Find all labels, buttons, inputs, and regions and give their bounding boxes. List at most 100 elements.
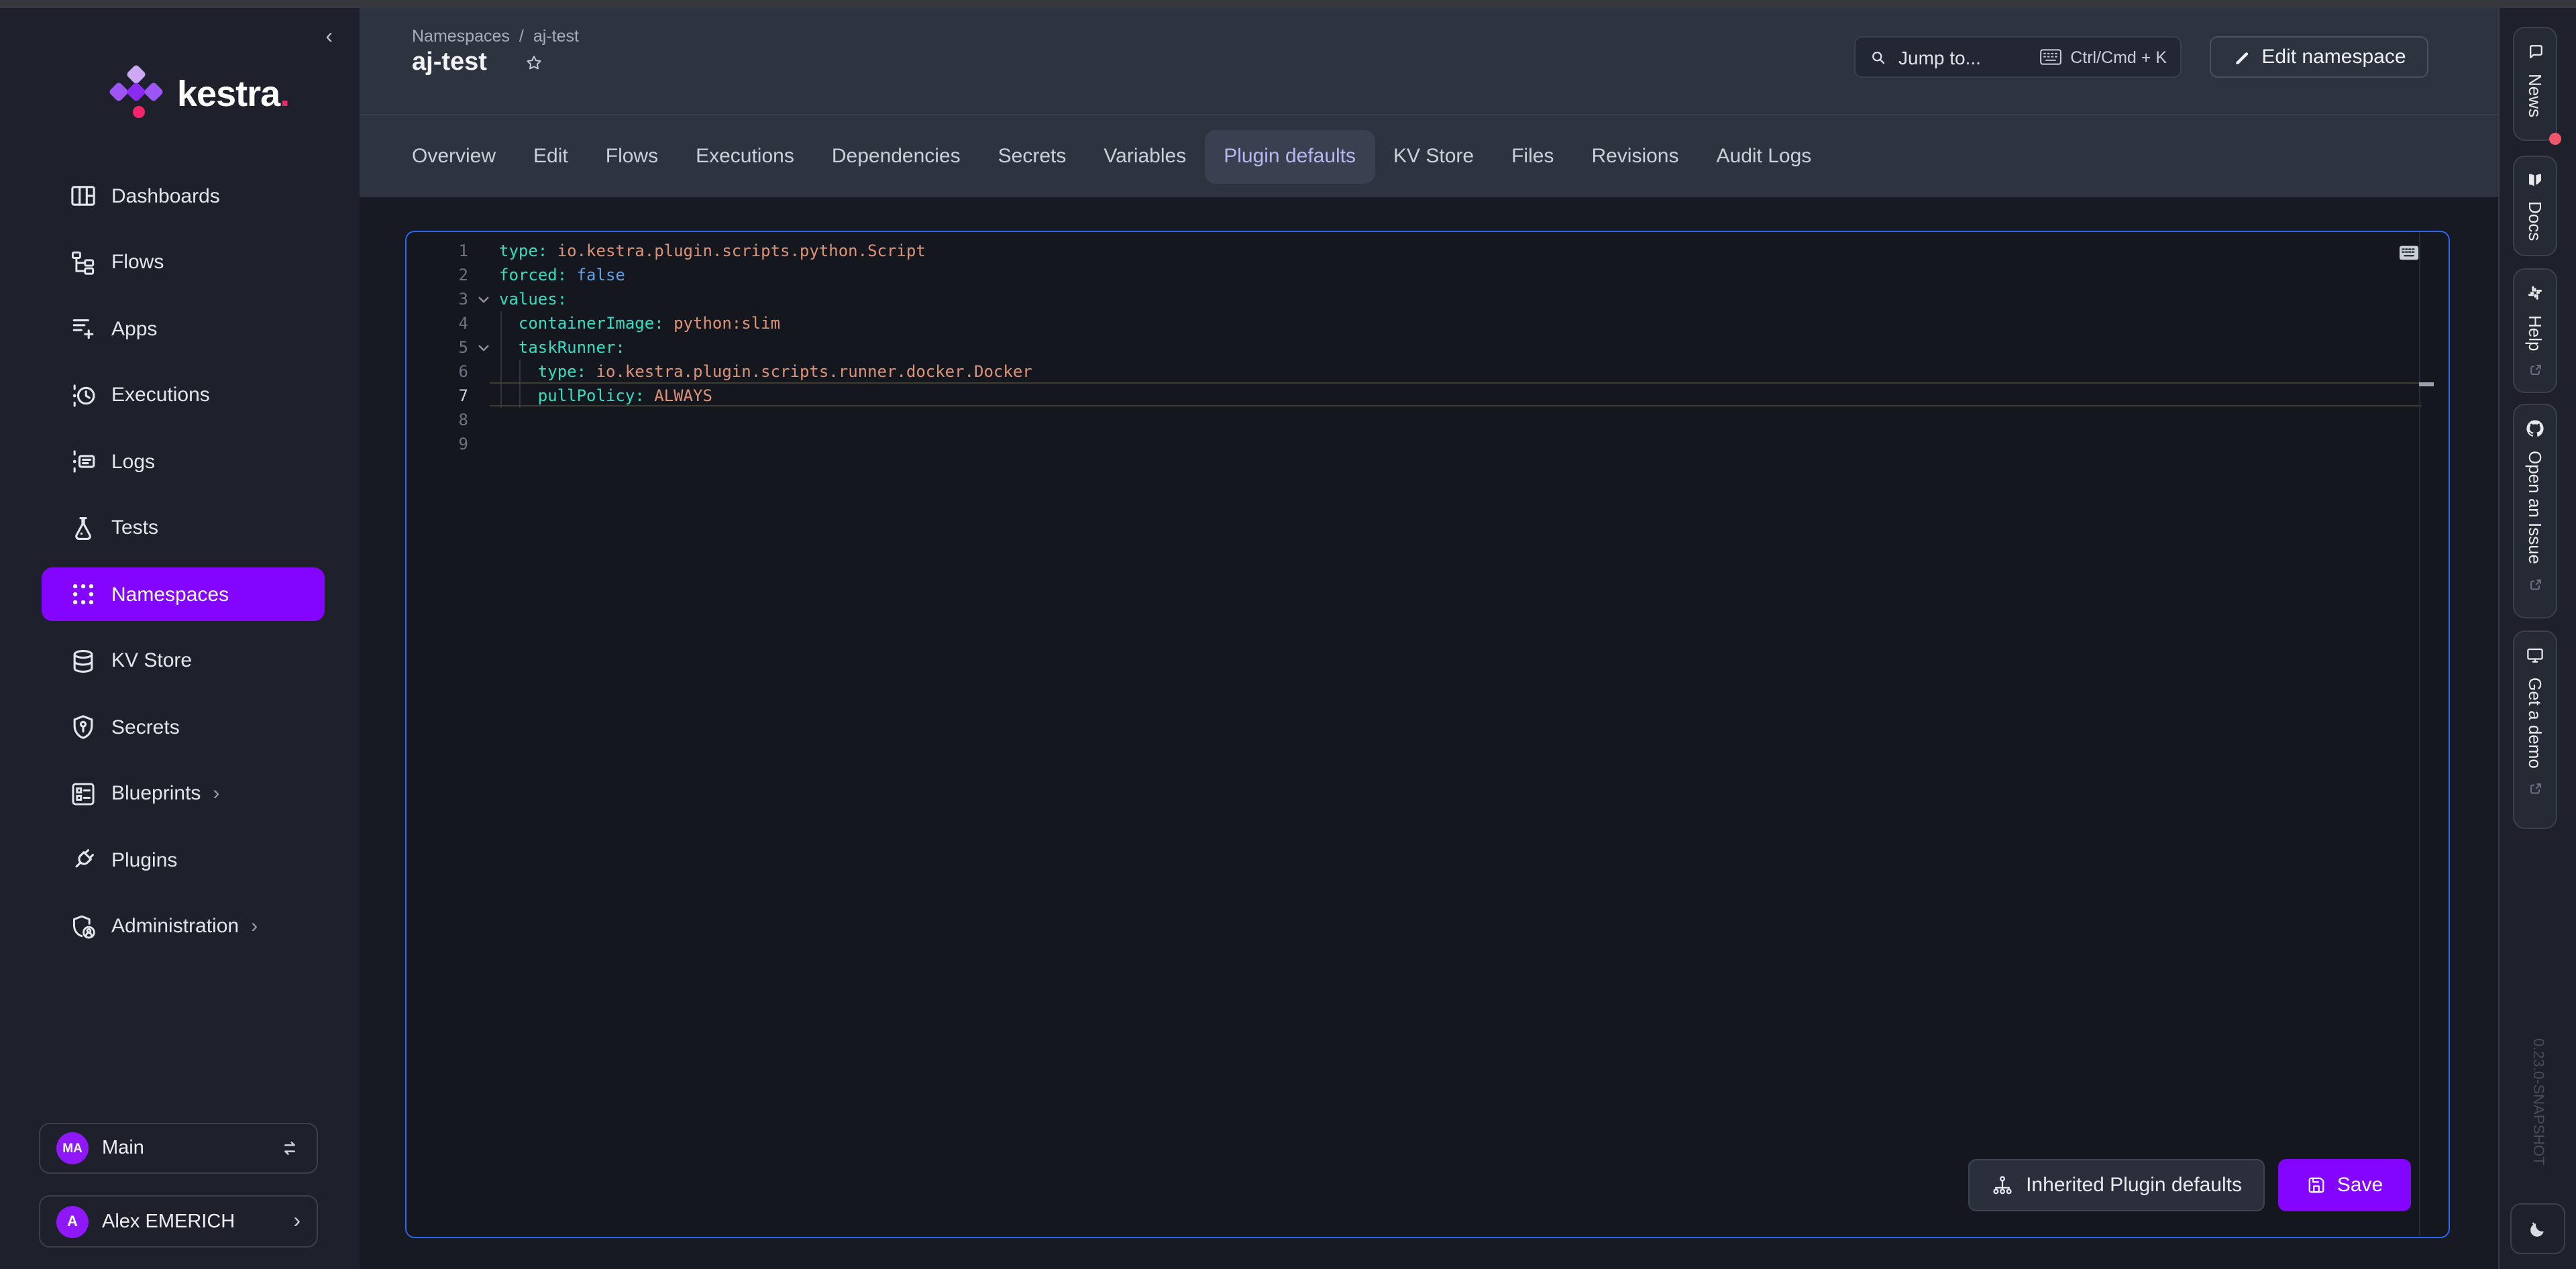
inherited-plugin-defaults-button[interactable]: Inherited Plugin defaults [1968,1159,2265,1211]
tab-variables[interactable]: Variables [1085,129,1205,183]
chevron-right-icon: › [251,915,258,938]
save-button[interactable]: Save [2278,1159,2411,1211]
sidebar-item-logs[interactable]: Logs [42,435,325,488]
chevron-right-icon: › [213,782,219,805]
line-number: 8 [407,408,468,432]
main-area: Namespaces / aj-test aj-test Jump to... … [360,8,2498,1269]
shield-key-icon [68,712,98,742]
fold-chevron-icon[interactable] [468,335,499,360]
logo-text: kestra [177,73,280,115]
tab-dependencies[interactable]: Dependencies [813,129,979,183]
kestra-app: kestra. ‹ Dashboards Flows Apps Executio… [0,0,2576,1269]
sidebar-item-namespaces[interactable]: Namespaces [42,567,325,621]
code-line: 5 taskRunner: [407,335,2449,360]
user-menu[interactable]: A Alex EMERICH › [39,1195,318,1248]
cursor-position-marker [2419,382,2434,386]
sidebar-item-administration[interactable]: Administration › [42,899,325,953]
namespaces-icon [68,580,98,609]
help-button[interactable]: Help [2513,268,2557,393]
sidebar-item-executions[interactable]: Executions [42,368,325,422]
theme-toggle-button[interactable] [2510,1203,2565,1254]
tests-icon [68,513,98,543]
namespace-tabs: Overview Edit Flows Executions Dependenc… [360,114,2498,197]
get-demo-button[interactable]: Get a demo [2513,630,2557,829]
apps-icon [68,314,98,343]
external-link-icon [2527,576,2543,592]
code-line-current: 7 pullPolicy: ALWAYS [407,384,2449,408]
sidebar-item-label: KV Store [111,649,192,672]
sidebar-item-label: Secrets [111,716,180,738]
favorite-star-icon[interactable] [523,52,545,74]
breadcrumb-root[interactable]: Namespaces [412,27,510,46]
sidebar-item-label: Flows [111,251,164,274]
sidebar-item-plugins[interactable]: Plugins [42,833,325,887]
docs-icon [2525,170,2545,190]
yaml-code-editor[interactable]: 1type: io.kestra.plugin.scripts.python.S… [405,231,2450,1238]
tab-plugin-defaults[interactable]: Plugin defaults [1205,129,1375,183]
workspace-avatar: MA [56,1132,89,1164]
logo-row: kestra. ‹ [0,8,360,142]
fold-chevron-icon[interactable] [468,287,499,311]
sidebar-item-tests[interactable]: Tests [42,501,325,555]
sitemap-icon [1991,1174,2014,1197]
tab-overview[interactable]: Overview [393,129,515,183]
external-link-icon [2527,363,2543,378]
executions-icon [68,380,98,410]
news-icon [2525,42,2545,62]
editor-actions: Inherited Plugin defaults Save [1968,1159,2411,1211]
search-icon [1869,48,1888,66]
tab-edit[interactable]: Edit [515,129,587,183]
tab-kv-store[interactable]: KV Store [1375,129,1493,183]
sidebar-item-label: Plugins [111,848,177,871]
sidebar-item-label: Namespaces [111,583,229,606]
tab-executions[interactable]: Executions [677,129,813,183]
tab-flows[interactable]: Flows [587,129,677,183]
sidebar-item-flows[interactable]: Flows [42,235,325,289]
right-rail: News Docs Help Open an Issue Get a demo … [2498,8,2576,1269]
keyboard-icon [2039,48,2062,66]
line-number: 6 [407,360,468,384]
sidebar-item-kv-store[interactable]: KV Store [42,634,325,687]
sidebar: kestra. ‹ Dashboards Flows Apps Executio… [0,8,360,1269]
search-shortcut: Ctrl/Cmd + K [2070,48,2167,66]
page-title: aj-test [412,48,487,78]
user-label: Alex EMERICH [102,1211,293,1232]
open-issue-button[interactable]: Open an Issue [2513,404,2557,618]
sidebar-item-label: Logs [111,450,155,473]
page-header: Namespaces / aj-test aj-test Jump to... … [360,8,2498,114]
tab-audit-logs[interactable]: Audit Logs [1698,129,1831,183]
sidebar-nav: Dashboards Flows Apps Executions Logs Te… [0,169,360,953]
search-placeholder: Jump to... [1898,46,2039,68]
blueprints-icon [68,779,98,808]
sidebar-item-apps[interactable]: Apps [42,302,325,355]
save-icon [2306,1175,2326,1195]
sidebar-collapse-icon[interactable]: ‹ [325,27,333,48]
line-number: 4 [407,311,468,335]
tab-files[interactable]: Files [1493,129,1572,183]
line-number: 5 [407,335,468,360]
shield-account-icon [68,912,98,941]
notification-badge [2549,133,2561,145]
flows-icon [68,247,98,277]
sidebar-item-label: Apps [111,317,157,340]
sidebar-item-label: Blueprints [111,782,201,805]
code-line: 1type: io.kestra.plugin.scripts.python.S… [407,239,2449,263]
code-line: 2forced: false [407,263,2449,287]
kestra-logo[interactable]: kestra. [110,64,290,123]
code-line: 3values: [407,287,2449,311]
docs-button[interactable]: Docs [2513,156,2557,256]
sidebar-item-dashboards[interactable]: Dashboards [42,169,325,223]
tab-secrets[interactable]: Secrets [979,129,1085,183]
sidebar-item-blueprints[interactable]: Blueprints › [42,767,325,820]
breadcrumb-current: aj-test [533,27,579,46]
sidebar-item-secrets[interactable]: Secrets [42,700,325,754]
edit-namespace-button[interactable]: Edit namespace [2210,36,2428,78]
sidebar-item-label: Executions [111,384,210,406]
jump-to-search[interactable]: Jump to... Ctrl/Cmd + K [1854,36,2182,78]
workspace-switcher[interactable]: MA Main [39,1123,318,1174]
news-button[interactable]: News [2513,27,2557,141]
keyboard-shortcuts-icon[interactable] [2399,245,2419,260]
tab-revisions[interactable]: Revisions [1572,129,1697,183]
code-lines: 1type: io.kestra.plugin.scripts.python.S… [407,239,2449,456]
breadcrumb-separator: / [519,27,524,46]
